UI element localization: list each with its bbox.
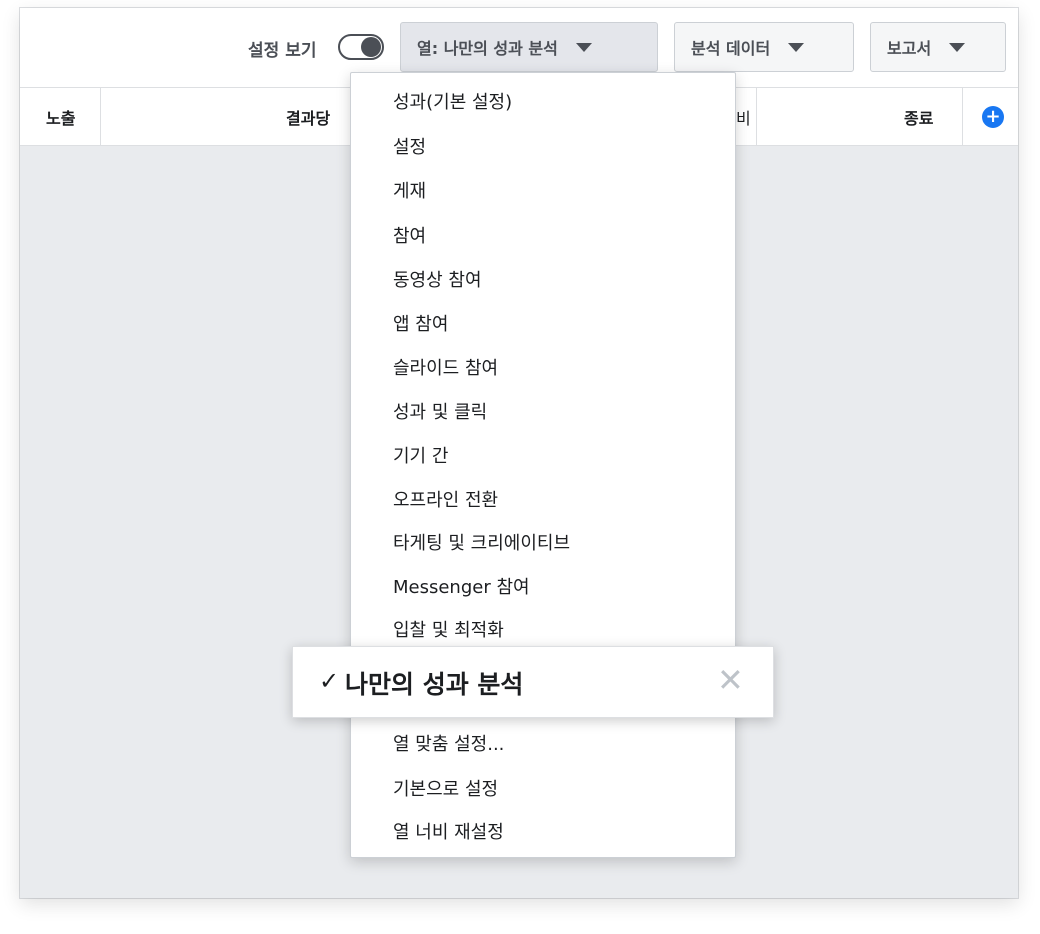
caret-down-icon [575,42,592,52]
toggle-knob [361,37,381,57]
caret-down-icon [949,42,966,52]
menu-item[interactable]: 설정 [393,128,426,168]
menu-item[interactable]: 오프라인 전환 [393,481,498,521]
menu-item[interactable]: 기기 간 [393,437,448,477]
checkmark-icon: ✓ [319,667,340,695]
column-header[interactable]: 비 [736,88,751,146]
add-column-icon[interactable]: + [982,106,1004,128]
reset-column-widths-item[interactable]: 열 너비 재설정 [393,813,504,853]
columns-button[interactable]: 열: 나만의 성과 분석 [400,22,658,72]
column-divider[interactable] [756,88,757,146]
menu-item[interactable]: 게재 [393,172,426,212]
menu-item[interactable]: 동영상 참여 [393,261,482,301]
close-icon[interactable]: ✕ [717,661,744,699]
set-as-default-item[interactable]: 기본으로 설정 [393,770,498,810]
menu-item[interactable]: 앱 참여 [393,305,448,345]
column-header[interactable]: 종료 [904,88,933,146]
menu-item[interactable]: 슬라이드 참여 [393,349,498,389]
breakdown-button-label: 분석 데이터 [691,39,771,58]
menu-item[interactable]: 타게팅 및 크리에이티브 [393,524,570,564]
breakdown-button[interactable]: 분석 데이터 [674,22,854,72]
caret-down-icon [788,42,805,52]
selected-preset-item[interactable]: ✓ 나만의 성과 분석 ✕ [292,646,774,718]
toggle-label: 설정 보기 [248,41,317,61]
customize-columns-item[interactable]: 열 맞춤 설정... [393,725,504,765]
reports-button[interactable]: 보고서 [870,22,1006,72]
menu-item[interactable]: Messenger 참여 [393,568,530,608]
column-header[interactable]: 결과당 [286,88,330,146]
column-header[interactable]: 노출 [46,88,75,146]
reports-button-label: 보고서 [887,39,932,58]
columns-button-label: 열: 나만의 성과 분석 [417,39,558,58]
settings-view-toggle[interactable] [338,34,384,60]
menu-item[interactable]: 참여 [393,217,426,257]
selected-preset-label: 나만의 성과 분석 [345,670,524,699]
menu-item[interactable]: 성과(기본 설정) [393,83,512,123]
columns-dropdown-menu: 성과(기본 설정) 설정 게재 참여 동영상 참여 앱 참여 슬라이드 참여 성… [350,72,736,858]
column-divider[interactable] [100,88,101,146]
menu-item[interactable]: 입찰 및 최적화 [393,611,504,651]
menu-item[interactable]: 성과 및 클릭 [393,393,487,433]
column-divider[interactable] [962,88,963,146]
